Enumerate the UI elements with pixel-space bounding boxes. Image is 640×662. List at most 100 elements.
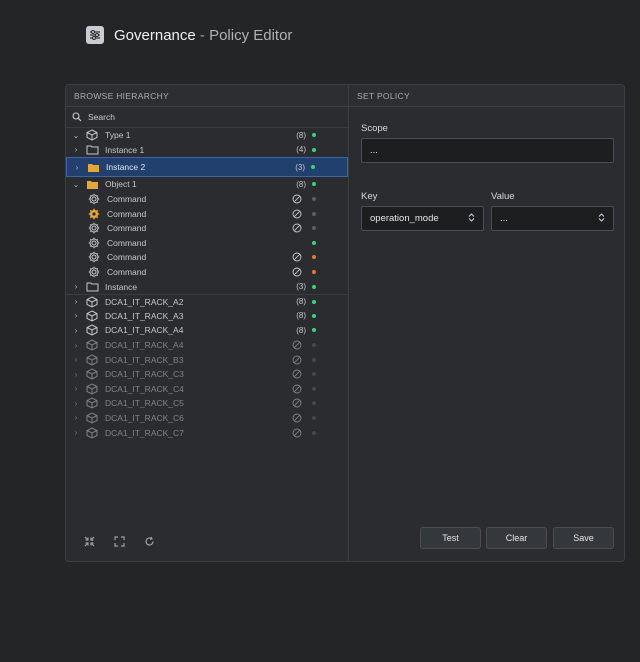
tree-row[interactable]: › DCA1_IT_RACK_C7 — [66, 425, 348, 440]
scope-field[interactable]: ... — [361, 138, 614, 163]
chevron-right-icon[interactable]: › — [71, 326, 81, 335]
chevron-down-icon[interactable]: ⌄ — [71, 180, 81, 189]
tree-row-label: Instance 2 — [106, 162, 146, 173]
key-label: Key — [361, 191, 378, 202]
tree-row[interactable]: › DCA1_IT_RACK_C5 — [66, 396, 348, 411]
cube-icon — [85, 129, 99, 141]
gear-icon — [87, 193, 101, 205]
tree-row[interactable]: › DCA1_IT_RACK_B3 — [66, 352, 348, 367]
status-dot — [312, 255, 316, 260]
folder-filled-icon — [85, 178, 99, 190]
tree-row-label: DCA1_IT_RACK_C3 — [105, 369, 184, 380]
chevron-down-icon[interactable]: ⌄ — [71, 131, 81, 140]
cube-icon — [85, 310, 99, 322]
tree-row-label: Command — [107, 194, 147, 205]
updown-caret-icon — [598, 212, 605, 225]
test-button[interactable]: Test — [420, 527, 481, 549]
expand-icon[interactable] — [113, 535, 125, 547]
status-dot — [312, 182, 316, 187]
tree-row[interactable]: › DCA1_IT_RACK_C4 — [66, 382, 348, 397]
tree-row-count: (8) — [296, 130, 306, 140]
no-policy-icon — [291, 252, 302, 263]
chevron-right-icon[interactable]: › — [71, 399, 81, 408]
no-policy-icon — [291, 383, 302, 394]
value-label: Value — [491, 191, 515, 202]
chevron-right-icon[interactable]: › — [72, 163, 82, 172]
tree-row-label: DCA1_IT_RACK_C7 — [105, 427, 184, 438]
tree-row[interactable]: › Instance 1 (4) — [66, 143, 348, 158]
cube-icon — [85, 397, 99, 409]
tree-row[interactable]: › DCA1_IT_RACK_C3 — [66, 367, 348, 382]
save-button[interactable]: Save — [553, 527, 614, 549]
updown-caret-icon — [468, 212, 475, 225]
folder-icon — [85, 281, 99, 293]
tree-row[interactable]: › DCA1_IT_RACK_A4 — [66, 338, 348, 353]
status-dot — [312, 386, 316, 391]
gear-icon — [87, 222, 101, 234]
chevron-right-icon[interactable]: › — [71, 355, 81, 364]
cube-icon — [85, 383, 99, 395]
chevron-right-icon[interactable]: › — [71, 370, 81, 379]
cube-icon — [85, 339, 99, 351]
set-policy-pane: SET POLICY Scope ... Key operation_mode … — [349, 85, 624, 561]
tree-row[interactable]: Command — [66, 206, 348, 221]
search-input[interactable]: Search — [66, 107, 348, 128]
tree-row[interactable]: Command — [66, 221, 348, 236]
status-dot — [312, 284, 316, 289]
folder-filled-icon — [86, 161, 100, 173]
tree-row[interactable]: › Instance (3) — [66, 279, 348, 294]
tree-row-label: DCA1_IT_RACK_A3 — [105, 310, 184, 321]
tree-row-label: Command — [107, 223, 147, 234]
scope-label: Scope — [361, 123, 388, 134]
status-dot — [312, 299, 316, 304]
status-dot — [312, 415, 316, 420]
browse-hierarchy-pane: BROWSE HIERARCHY Search ⌄ Type 1 (8) › Insta… — [66, 85, 349, 561]
tree-row[interactable]: ⌄ Type 1 (8) — [66, 128, 348, 143]
chevron-right-icon[interactable]: › — [71, 384, 81, 393]
status-dot — [311, 165, 315, 170]
status-dot — [312, 133, 316, 138]
tree-row-label: Type 1 — [105, 130, 131, 141]
clear-button[interactable]: Clear — [486, 527, 547, 549]
tree-toolbar — [83, 535, 155, 547]
tree-row[interactable]: Command — [66, 236, 348, 251]
cube-icon — [85, 354, 99, 366]
policy-editor-panel: BROWSE HIERARCHY Search ⌄ Type 1 (8) › Insta… — [65, 84, 625, 562]
tree-row-label: Command — [107, 252, 147, 263]
tree-row[interactable]: › Instance 2 (3) — [66, 157, 348, 178]
refresh-icon[interactable] — [143, 535, 155, 547]
gear-filled-icon — [87, 208, 101, 220]
tree-row[interactable]: › DCA1_IT_RACK_A4 (8) — [66, 323, 348, 338]
tree-row[interactable]: › DCA1_IT_RACK_C6 — [66, 411, 348, 426]
chevron-right-icon[interactable]: › — [71, 311, 81, 320]
cube-icon — [85, 368, 99, 380]
chevron-right-icon[interactable]: › — [71, 428, 81, 437]
chevron-right-icon[interactable]: › — [71, 282, 81, 291]
tree-row-label: DCA1_IT_RACK_A4 — [105, 325, 184, 336]
no-policy-icon — [291, 267, 302, 278]
tree-row-label: DCA1_IT_RACK_C5 — [105, 398, 184, 409]
tree-row[interactable]: ⌄ Object 1 (8) — [66, 177, 348, 192]
chevron-right-icon[interactable]: › — [71, 341, 81, 350]
value-select[interactable]: ... — [491, 206, 614, 231]
tree-row-label: DCA1_IT_RACK_A2 — [105, 296, 184, 307]
tree-row[interactable]: Command — [66, 192, 348, 207]
folder-icon — [85, 144, 99, 156]
search-icon — [72, 112, 82, 122]
tree-row[interactable]: › DCA1_IT_RACK_A2 (8) — [66, 293, 348, 309]
tree-row-count: (4) — [296, 145, 306, 155]
tree-row-count: (8) — [296, 325, 306, 335]
chevron-right-icon[interactable]: › — [71, 297, 81, 306]
tree-row[interactable]: › DCA1_IT_RACK_A3 (8) — [66, 309, 348, 324]
chevron-right-icon[interactable]: › — [71, 413, 81, 422]
app-title: Governance — [114, 26, 196, 44]
status-dot — [312, 313, 316, 318]
collapse-icon[interactable] — [83, 535, 95, 547]
chevron-right-icon[interactable]: › — [71, 145, 81, 154]
sliders-icon — [86, 26, 104, 44]
key-select[interactable]: operation_mode — [361, 206, 484, 231]
status-dot — [312, 226, 316, 231]
tree-row[interactable]: Command — [66, 250, 348, 265]
tree-row[interactable]: Command — [66, 265, 348, 280]
app-header: Governance - Policy Editor — [86, 24, 292, 46]
